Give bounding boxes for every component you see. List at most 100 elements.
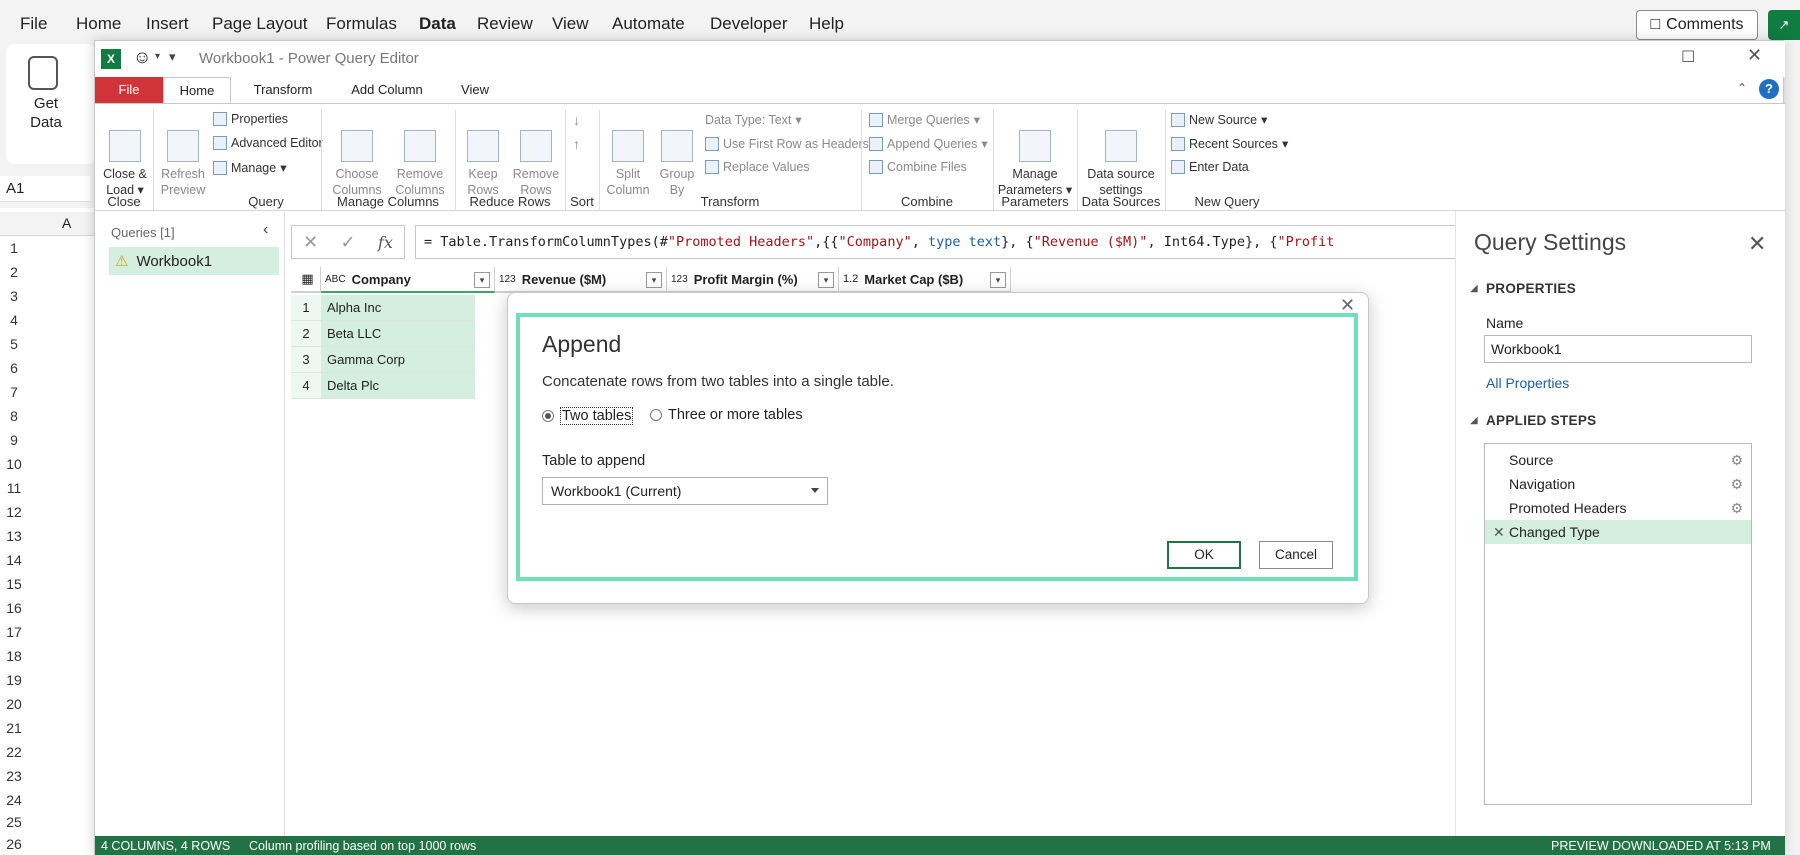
row-number[interactable]: 19 (0, 672, 28, 688)
table-menu-icon[interactable]: ▦ (291, 267, 321, 293)
filter-dropdown-icon[interactable]: ▾ (474, 272, 490, 288)
delete-step-icon[interactable]: ✕ (1493, 520, 1505, 544)
step-changed-type[interactable]: ✕ Changed Type (1485, 520, 1751, 544)
row-number[interactable]: 16 (0, 600, 28, 616)
row-number[interactable]: 8 (0, 408, 28, 424)
name-box[interactable]: A1 (0, 176, 90, 202)
cell-company[interactable]: Alpha Inc (321, 295, 475, 320)
tab-transform[interactable]: Transform (235, 77, 331, 103)
filter-dropdown-icon[interactable]: ▾ (990, 272, 1006, 288)
radio-two-tables[interactable]: Two tables (542, 407, 634, 425)
row-number[interactable]: 12 (0, 504, 28, 520)
combine-files-button[interactable]: Combine Files (869, 160, 967, 174)
menu-home[interactable]: Home (76, 14, 121, 34)
table-row[interactable]: 4 Delta Plc (291, 373, 475, 399)
close-icon[interactable]: ✕ (1748, 231, 1766, 257)
row-number[interactable]: 24 (0, 792, 28, 808)
manage-parameters-button[interactable]: Manage Parameters ▾ (995, 114, 1075, 198)
step-navigation[interactable]: Navigation ⚙ (1485, 472, 1751, 496)
row-number[interactable]: 5 (0, 336, 28, 352)
tab-add-column[interactable]: Add Column (335, 77, 439, 103)
chevron-down-icon[interactable]: ▾ (155, 51, 160, 62)
enter-data-button[interactable]: Enter Data (1171, 160, 1249, 174)
cell-company[interactable]: Gamma Corp (321, 347, 475, 372)
row-number[interactable]: 15 (0, 576, 28, 592)
menu-view[interactable]: View (552, 14, 589, 34)
table-to-append-select[interactable]: Workbook1 (Current) (542, 477, 828, 505)
menu-file[interactable]: File (20, 14, 47, 34)
choose-columns-button[interactable]: Choose Columns (327, 114, 387, 198)
menu-review[interactable]: Review (477, 14, 533, 34)
formula-input[interactable]: = Table.TransformColumnTypes(#"Promoted … (415, 225, 1469, 259)
step-source[interactable]: Source ⚙ (1485, 448, 1751, 472)
row-number[interactable]: 13 (0, 528, 28, 544)
help-icon[interactable]: ? (1759, 79, 1779, 99)
cell-company[interactable]: Delta Plc (321, 373, 475, 398)
collapse-pane-icon[interactable]: ‹ (263, 221, 268, 239)
ok-button[interactable]: OK (1167, 541, 1241, 569)
menu-formulas[interactable]: Formulas (326, 14, 397, 34)
radio-unselected-icon[interactable] (650, 409, 662, 421)
column-a-header[interactable]: A (62, 215, 71, 231)
menu-automate[interactable]: Automate (612, 14, 685, 34)
row-number[interactable]: 21 (0, 720, 28, 736)
type-integer-icon[interactable]: 123 (499, 274, 516, 285)
menu-help[interactable]: Help (809, 14, 844, 34)
sort-descending-button[interactable]: ↑ (573, 136, 580, 152)
close-icon[interactable]: ✕ (1747, 45, 1762, 66)
column-header-company[interactable]: ABC Company ▾ (321, 267, 495, 293)
filter-dropdown-icon[interactable]: ▾ (818, 272, 834, 288)
fx-icon[interactable]: fx (378, 233, 393, 252)
query-item-workbook1[interactable]: ⚠ Workbook1 (109, 247, 279, 275)
keep-rows-button[interactable]: Keep Rows (457, 114, 509, 198)
confirm-formula-icon[interactable]: ✓ (341, 232, 356, 253)
type-text-icon[interactable]: ABC (325, 274, 346, 285)
row-number[interactable]: 14 (0, 552, 28, 568)
step-promoted-headers[interactable]: Promoted Headers ⚙ (1485, 496, 1751, 520)
radio-three-or-more[interactable]: Three or more tables (650, 407, 803, 423)
close-load-button[interactable]: Close & Load ▾ (99, 114, 151, 198)
row-number[interactable]: 23 (0, 768, 28, 784)
row-number[interactable]: 4 (0, 312, 28, 328)
table-row[interactable]: 1 Alpha Inc (291, 295, 475, 321)
row-number[interactable]: 2 (0, 264, 28, 280)
filter-dropdown-icon[interactable]: ▾ (646, 272, 662, 288)
table-row[interactable]: 2 Beta LLC (291, 321, 475, 347)
properties-button[interactable]: Properties (213, 112, 288, 126)
row-number[interactable]: 25 (0, 814, 28, 830)
status-profiling[interactable]: Column profiling based on top 1000 rows (249, 836, 476, 855)
collapse-triangle-icon[interactable]: ◢ (1470, 283, 1478, 294)
quick-access-icon[interactable]: ▾ (169, 49, 176, 65)
menu-developer[interactable]: Developer (710, 14, 788, 34)
cell-company[interactable]: Beta LLC (321, 321, 475, 346)
close-icon[interactable]: ✕ (1340, 295, 1355, 316)
cancel-formula-icon[interactable]: ✕ (303, 232, 318, 253)
column-header-profit-margin[interactable]: 123 Profit Margin (%) ▾ (667, 267, 839, 293)
all-properties-link[interactable]: All Properties (1486, 375, 1569, 391)
column-header-revenue[interactable]: 123 Revenue ($M) ▾ (495, 267, 667, 293)
row-number[interactable]: 17 (0, 624, 28, 640)
row-number[interactable]: 7 (0, 384, 28, 400)
share-button[interactable]: ↗ (1768, 10, 1800, 40)
comments-button[interactable]: □ Comments (1636, 10, 1758, 40)
data-type-button[interactable]: Data Type: Text ▾ (705, 112, 802, 128)
table-row[interactable]: 3 Gamma Corp (291, 347, 475, 373)
row-number[interactable]: 20 (0, 696, 28, 712)
row-number[interactable]: 11 (0, 480, 28, 496)
cancel-button[interactable]: Cancel (1259, 541, 1333, 569)
use-first-row-button[interactable]: Use First Row as Headers ▾ (705, 136, 879, 151)
replace-values-button[interactable]: Replace Values (705, 160, 810, 174)
gear-icon[interactable]: ⚙ (1730, 496, 1743, 520)
remove-columns-button[interactable]: Remove Columns (389, 114, 451, 198)
menu-page-layout[interactable]: Page Layout (212, 14, 307, 34)
recent-sources-button[interactable]: Recent Sources ▾ (1171, 136, 1288, 151)
query-name-input[interactable]: Workbook1 (1484, 335, 1752, 363)
column-header-market-cap[interactable]: 1.2 Market Cap ($B) ▾ (839, 267, 1011, 293)
row-number[interactable]: 3 (0, 288, 28, 304)
row-number[interactable]: 22 (0, 744, 28, 760)
row-number[interactable]: 9 (0, 432, 28, 448)
collapse-ribbon-icon[interactable]: ⌃ (1737, 81, 1747, 95)
row-number[interactable]: 6 (0, 360, 28, 376)
refresh-preview-button[interactable]: Refresh Preview (157, 114, 209, 198)
tab-view[interactable]: View (445, 77, 505, 103)
